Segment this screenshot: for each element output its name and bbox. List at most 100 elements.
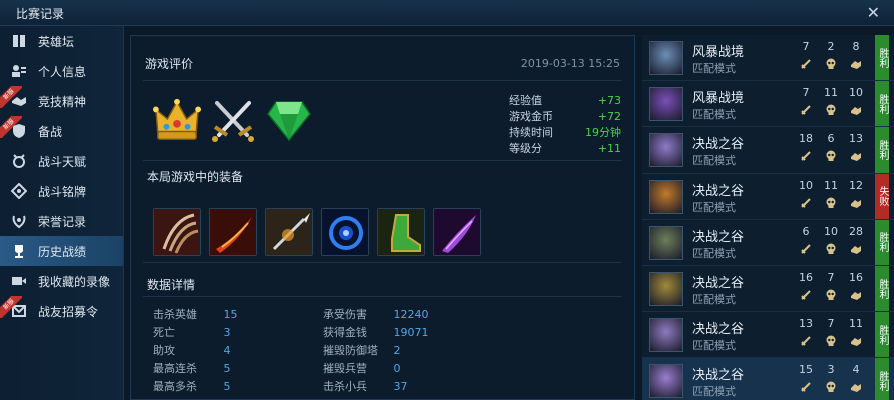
close-icon[interactable]: ✕ [867,3,880,22]
assists-count: 4 [852,363,860,377]
details-table: 击杀英雄 15 承受伤害 12240 死亡 3 获得金钱 19071 助攻 4 摧毁防御塔 2 最高连杀… [153,306,493,396]
match-result-badge: 胜利 [875,312,889,358]
sidebar-item[interactable]: 英雄坛 [0,26,123,56]
detail-row: 最高连杀 5 摧毁兵营 0 [153,360,493,378]
reward-stat-row: 经验值 +73 [509,93,621,109]
stat-value: +72 [597,110,621,123]
kills-count: 6 [802,224,810,238]
game-mode: 匹配模式 [692,246,736,260]
evaluation-title: 游戏评价 [145,57,194,71]
video-icon [10,272,28,290]
assists-hand-icon [847,150,865,164]
map-name: 决战之谷 [692,229,745,245]
flame-blade-item-icon[interactable] [209,208,257,256]
assists-count: 8 [852,40,860,53]
map-name: 决战之谷 [692,137,745,153]
sidebar-item[interactable]: 新服 备战 [0,116,123,146]
crossed-swords-icon [209,96,257,144]
deaths-count: 2 [827,40,835,53]
map-name: 决战之谷 [692,322,745,338]
deaths-skull-icon [822,335,840,349]
kills-sword-icon [797,197,815,211]
sidebar-item-label: 战友招募令 [38,304,99,319]
sidebar-item[interactable]: 个人信息 [0,56,123,86]
sidebar-item[interactable]: 我收藏的录像 [0,266,123,296]
reward-stat-row: 游戏金币 +72 [509,109,621,125]
deaths-skull-icon [822,197,840,211]
map-name: 决战之谷 [692,368,745,384]
reward-stats: 经验值 +73 游戏金币 +72 持续时间 19分钟 等级分 +11 [509,93,621,157]
deaths-count: 7 [827,317,835,331]
assists-hand-icon [847,58,865,72]
hero-avatar [649,133,683,168]
match-result-badge: 胜利 [875,127,889,173]
kills-count: 16 [799,270,813,284]
sidebar-item[interactable]: 新服 战友招募令 [0,296,123,326]
detail-value: 12240 [393,308,429,321]
match-row[interactable]: 决战之谷 匹配模式 13 7 11 胜利 [642,312,894,359]
deaths-count: 6 [827,132,835,146]
match-result-badge: 胜利 [875,265,889,312]
kills-sword-icon [797,58,815,72]
match-result-badge: 失败 [875,173,889,219]
kills-sword-icon [797,150,815,164]
sidebar-item-label: 战斗天赋 [38,154,87,169]
sidebar-item-label: 备战 [38,124,63,139]
detail-label: 击杀小兵 [323,380,367,393]
match-row[interactable]: 决战之谷 匹配模式 18 6 13 胜利 [642,127,894,174]
hero-avatar [649,225,683,260]
kills-sword-icon [797,243,815,257]
match-row[interactable]: 风暴战境 匹配模式 7 11 10 胜利 [642,81,894,128]
detail-value: 4 [223,344,231,357]
deaths-skull-icon [822,104,840,118]
green-boots-item-icon[interactable] [377,208,425,256]
detail-value: 37 [393,380,408,393]
result-label: 胜利 [877,93,888,114]
sidebar-item[interactable]: 历史战绩 [0,236,123,266]
detail-row: 助攻 4 摧毁防御塔 2 [153,342,493,360]
result-label: 胜利 [877,324,888,345]
divider [143,160,622,161]
sidebar-item-label: 个人信息 [38,64,87,79]
detail-value: 15 [223,308,238,321]
detail-value: 19071 [393,326,429,339]
hero-avatar [649,364,683,399]
sidebar-item[interactable]: 荣誉记录 [0,206,123,236]
deaths-skull-icon [822,58,840,72]
new-server-ribbon: 新服 [0,296,22,318]
claw-item-icon[interactable] [153,208,201,256]
stat-label: 持续时间 [509,126,553,139]
kills-sword-icon [797,104,815,118]
title-bar: 比赛记录 ✕ [0,0,894,26]
assists-hand-icon [847,289,865,303]
game-mode: 匹配模式 [692,108,736,122]
window-title: 比赛记录 [16,7,65,21]
stat-label: 游戏金币 [509,110,553,123]
sidebar-item[interactable]: 新服 竞技精神 [0,86,123,116]
match-history-list: 风暴战境 匹配模式 7 2 8 胜利 风暴战境 匹配模式 7 11 10 胜利 决战之谷 匹配模式 18 6 1… [642,35,894,400]
new-server-ribbon: 新服 [0,116,22,138]
game-mode: 匹配模式 [692,339,736,353]
match-row[interactable]: 决战之谷 匹配模式 6 10 28 胜利 [642,219,894,266]
assists-count: 13 [849,132,863,146]
detail-label: 摧毁兵营 [323,362,367,375]
match-row[interactable]: 决战之谷 匹配模式 16 7 16 胜利 [642,265,894,313]
map-name: 决战之谷 [692,183,745,199]
detail-value: 5 [223,380,231,393]
detail-value: 5 [223,362,231,375]
stat-value: +73 [597,94,621,107]
deaths-count: 3 [827,363,835,377]
purple-dagger-item-icon[interactable] [433,208,481,256]
sidebar-item[interactable]: 战斗天赋 [0,146,123,176]
sidebar-item[interactable]: 战斗铭牌 [0,176,123,206]
detail-label: 死亡 [153,326,175,339]
spear-item-icon[interactable] [265,208,313,256]
crown-icon [153,96,201,144]
stat-value: 19分钟 [585,126,621,139]
blue-orb-item-icon[interactable] [321,208,369,256]
match-row[interactable]: 风暴战境 匹配模式 7 2 8 胜利 [642,35,894,82]
match-row[interactable]: 决战之谷 匹配模式 15 3 4 胜利 [642,358,894,400]
ribbon-label: 新服 [0,86,22,108]
stat-label: 等级分 [509,142,542,155]
match-row[interactable]: 决战之谷 匹配模式 10 11 12 失败 [642,173,894,220]
